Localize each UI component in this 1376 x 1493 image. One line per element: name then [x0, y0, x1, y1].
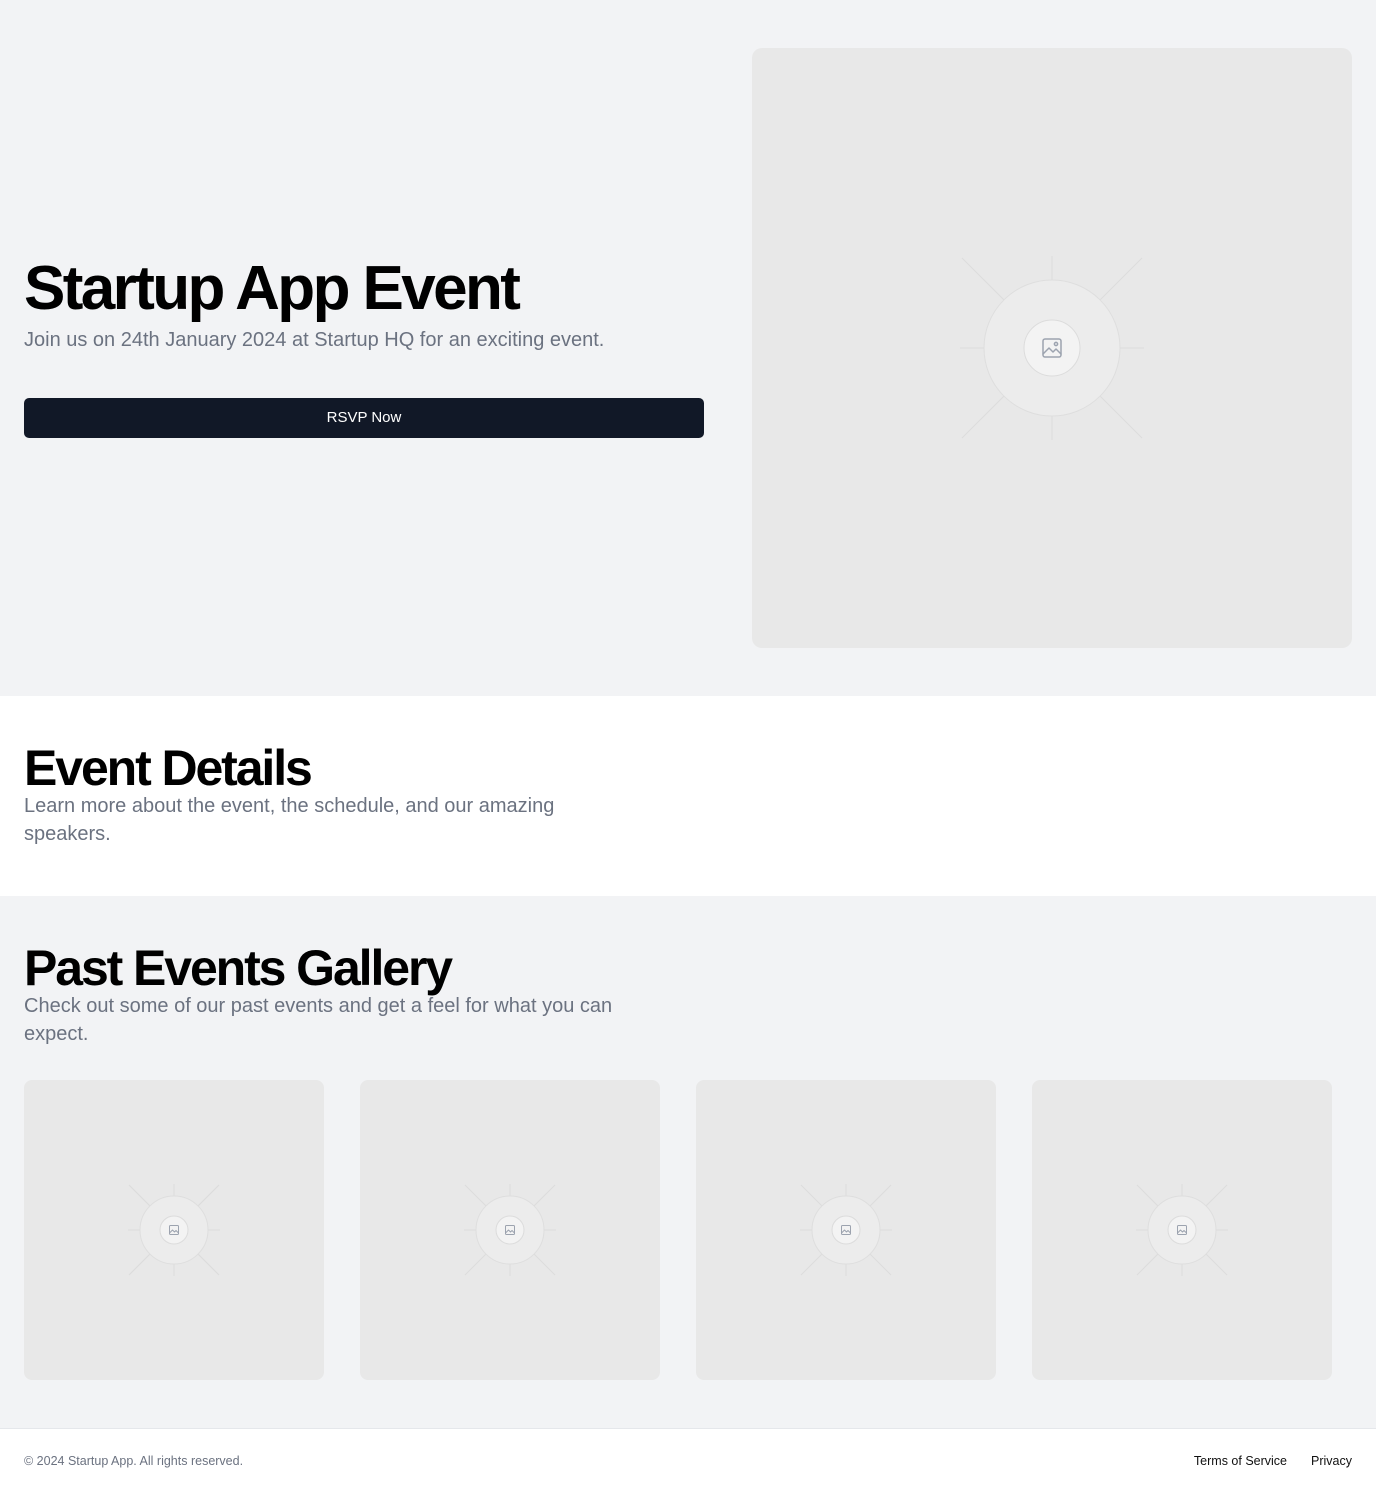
gallery-image-placeholder: [24, 1080, 324, 1380]
hero-title: Startup App Event: [24, 254, 521, 323]
gallery-image-placeholder: [1032, 1080, 1332, 1380]
privacy-link[interactable]: Privacy: [1311, 1453, 1352, 1469]
hero-section: Startup App Event Join us on 24th Januar…: [0, 0, 1376, 696]
gallery-image-placeholder: [696, 1080, 996, 1380]
hero-subtitle: Join us on 24th January 2024 at Startup …: [24, 329, 605, 351]
gallery-title: Past Events Gallery: [24, 940, 453, 996]
copyright-text: © 2024 Startup App. All rights reserved.: [24, 1454, 244, 1468]
gallery-subtitle: Check out some of our past events and ge…: [24, 995, 613, 1045]
image-placeholder-icon: [464, 1184, 556, 1276]
footer: © 2024 Startup App. All rights reserved.…: [0, 1428, 1376, 1493]
event-details-subtitle: Learn more about the event, the schedule…: [24, 795, 555, 845]
rsvp-button[interactable]: RSVP Now: [24, 398, 704, 438]
footer-nav: Terms of Service Privacy: [1194, 1453, 1352, 1469]
image-placeholder-icon: [1136, 1184, 1228, 1276]
event-details-title: Event Details: [24, 740, 313, 796]
event-details-section: Event Details Learn more about the event…: [0, 696, 1376, 896]
gallery-image-placeholder: [360, 1080, 660, 1380]
past-events-gallery-section: Past Events Gallery Check out some of ou…: [0, 896, 1376, 1428]
hero-image-placeholder: [752, 48, 1352, 648]
terms-of-service-link[interactable]: Terms of Service: [1194, 1453, 1287, 1469]
image-placeholder-icon: [128, 1184, 220, 1276]
image-placeholder-icon: [800, 1184, 892, 1276]
image-placeholder-icon: [960, 256, 1144, 440]
